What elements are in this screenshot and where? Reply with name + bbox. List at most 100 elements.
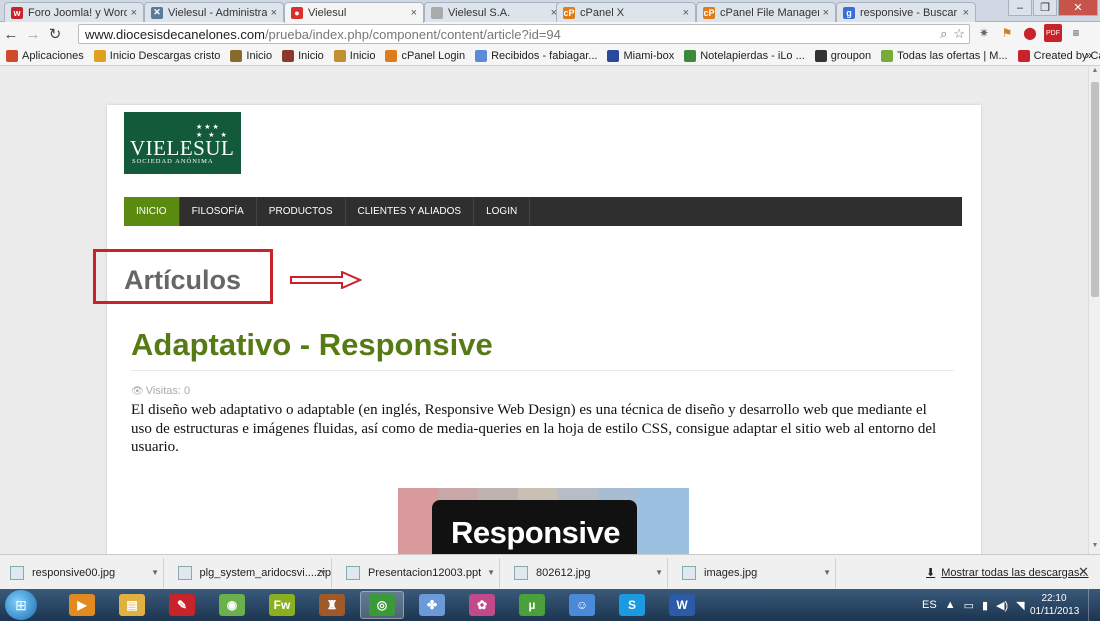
nav-item[interactable]: INICIO: [124, 197, 180, 226]
tray-expand-icon[interactable]: ▲: [945, 599, 956, 611]
volume-icon[interactable]: ◀): [996, 599, 1008, 612]
download-filename: images.jpg: [704, 567, 758, 579]
bookmark-item[interactable]: Inicio: [333, 49, 375, 62]
restore-button[interactable]: ❐: [1033, 0, 1057, 16]
close-tab-icon[interactable]: ×: [131, 7, 137, 19]
bookmark-item[interactable]: Inicio Descargas cristo: [93, 49, 221, 62]
nav-item[interactable]: PRODUCTOS: [257, 197, 346, 226]
picasa-icon[interactable]: ◉: [210, 591, 254, 619]
language-indicator[interactable]: ES: [922, 599, 937, 611]
gmail-icon: [475, 49, 488, 62]
pinwheel-icon[interactable]: ✤: [410, 591, 454, 619]
bookmark-item[interactable]: Notelapierdas - iLo ...: [684, 49, 805, 62]
scrollbar-thumb[interactable]: [1091, 82, 1099, 297]
camtasia-icon: [1017, 49, 1030, 62]
game-icon[interactable]: ♜: [310, 591, 354, 619]
forward-button[interactable]: →: [22, 23, 44, 45]
tab-5[interactable]: cP cPanel File Manager v3 ×: [696, 2, 836, 22]
bookmark-label: Inicio Descargas cristo: [109, 49, 221, 62]
messenger-icon[interactable]: ☺: [560, 591, 604, 619]
clock[interactable]: 22:10 01/11/2013: [1030, 592, 1079, 618]
close-download-bar-icon[interactable]: ✕: [1078, 564, 1089, 580]
cpanel-icon: [385, 49, 398, 62]
url-path: /prueba/index.php/component/content/arti…: [264, 26, 561, 42]
site-logo[interactable]: ★★★ ★ ★ ★ VIELESUL SOCIEDAD ANÓNIMA: [124, 112, 241, 174]
bookmark-item[interactable]: cPanel Login: [385, 49, 466, 62]
tab-title: Vielesul: [308, 7, 347, 19]
download-item[interactable]: 802612.jpg ▼: [504, 558, 668, 588]
search-icon[interactable]: ⌕: [940, 26, 947, 42]
image-file-icon: [682, 566, 696, 580]
nav-item[interactable]: LOGIN: [474, 197, 531, 226]
close-tab-icon[interactable]: ×: [963, 7, 969, 19]
download-item[interactable]: images.jpg ▼: [672, 558, 836, 588]
vertical-scrollbar[interactable]: ▲ ▼: [1088, 67, 1100, 554]
tab-0[interactable]: w Foro Joomla! y WordPress ×: [4, 2, 144, 22]
download-item[interactable]: plg_system_aridocsvi....zip ▼: [168, 558, 332, 588]
extension-opera-icon[interactable]: ⬤: [1021, 24, 1039, 42]
tab-6[interactable]: g responsive - Buscar con Google ×: [836, 2, 976, 22]
network-tray-icon[interactable]: ▭: [964, 599, 974, 612]
nav-item[interactable]: CLIENTES Y ALIADOS: [346, 197, 475, 226]
bookmark-item[interactable]: Todas las ofertas | M...: [881, 49, 1008, 62]
signal-icon[interactable]: ◥: [1016, 599, 1024, 612]
close-window-button[interactable]: ✕: [1058, 0, 1098, 16]
bookmark-item[interactable]: Aplicaciones: [6, 49, 84, 62]
minimize-button[interactable]: –: [1008, 0, 1032, 16]
download-item[interactable]: responsive00.jpg ▼: [0, 558, 164, 588]
media-player-icon[interactable]: ▶: [60, 591, 104, 619]
system-tray: ES ▲ ▭ ▮ ◀) ◥: [922, 589, 1025, 621]
bookmarks-overflow-icon[interactable]: »: [1085, 48, 1092, 62]
bookmark-star-icon[interactable]: ☆: [953, 26, 965, 42]
bookmark-item[interactable]: groupon: [814, 49, 871, 62]
bookmark-label: cPanel Login: [401, 49, 466, 62]
tab-1[interactable]: ✕ Vielesul - Administración ×: [144, 2, 284, 22]
extension-flag-icon[interactable]: ⚑: [998, 24, 1016, 42]
show-desktop-button[interactable]: [1088, 589, 1100, 621]
nav-item[interactable]: FILOSOFÍA: [180, 197, 257, 226]
tab-3[interactable]: Vielesul S.A. ×: [424, 2, 564, 22]
chrome-icon[interactable]: ◎: [360, 591, 404, 619]
download-options-icon[interactable]: ▼: [151, 568, 159, 577]
scroll-down-icon[interactable]: ▼: [1089, 542, 1100, 554]
tab-title: Foro Joomla! y WordPress: [28, 6, 127, 19]
fireworks-icon[interactable]: Fw: [260, 591, 304, 619]
article-title[interactable]: Adaptativo - Responsive: [131, 327, 493, 363]
show-all-downloads-link[interactable]: ⬇ Mostrar todas las descargas...: [926, 566, 1089, 580]
scroll-up-icon[interactable]: ▲: [1089, 67, 1100, 79]
taskbar-app-glyph: ✿: [469, 594, 495, 616]
close-tab-icon[interactable]: ×: [271, 7, 277, 19]
download-options-icon[interactable]: ▼: [655, 568, 663, 577]
battery-icon[interactable]: ▮: [982, 599, 988, 612]
bookmark-item[interactable]: Miami-box: [607, 49, 674, 62]
site-icon: [282, 49, 295, 62]
back-button[interactable]: ←: [0, 23, 22, 45]
address-bar[interactable]: www.diocesisdecanelones.com/prueba/index…: [78, 24, 970, 44]
download-options-icon[interactable]: ▼: [823, 568, 831, 577]
tab-4[interactable]: cP cPanel X ×: [556, 2, 696, 22]
download-options-icon[interactable]: ▼: [487, 568, 495, 577]
drop-favicon: ●: [291, 7, 303, 19]
extension-pdf-icon[interactable]: PDF: [1044, 24, 1062, 42]
explorer-icon[interactable]: ▤: [110, 591, 154, 619]
close-tab-icon[interactable]: ×: [411, 7, 417, 19]
network-icon[interactable]: ✿: [460, 591, 504, 619]
menu-icon[interactable]: ≡: [1067, 24, 1085, 42]
bookmark-item[interactable]: Inicio: [282, 49, 324, 62]
close-tab-icon[interactable]: ×: [823, 7, 829, 19]
download-options-icon[interactable]: ▼: [319, 568, 327, 577]
utorrent-icon[interactable]: µ: [510, 591, 554, 619]
bookmark-item[interactable]: Inicio: [230, 49, 272, 62]
reload-button[interactable]: ↻: [44, 23, 66, 45]
bookmark-item[interactable]: Recibidos - fabiagar...: [475, 49, 597, 62]
bookmark-label: Notelapierdas - iLo ...: [700, 49, 805, 62]
pen-app-icon[interactable]: ✎: [160, 591, 204, 619]
skype-icon[interactable]: S: [610, 591, 654, 619]
tab-2[interactable]: ● Vielesul ×: [284, 2, 424, 23]
word-icon[interactable]: W: [660, 591, 704, 619]
start-button[interactable]: ⊞: [5, 590, 37, 620]
download-item[interactable]: Presentacion12003.ppt ▼: [336, 558, 500, 588]
extension-puzzle-icon[interactable]: ✷: [975, 24, 993, 42]
close-tab-icon[interactable]: ×: [683, 7, 689, 19]
apps-icon: [6, 49, 18, 62]
